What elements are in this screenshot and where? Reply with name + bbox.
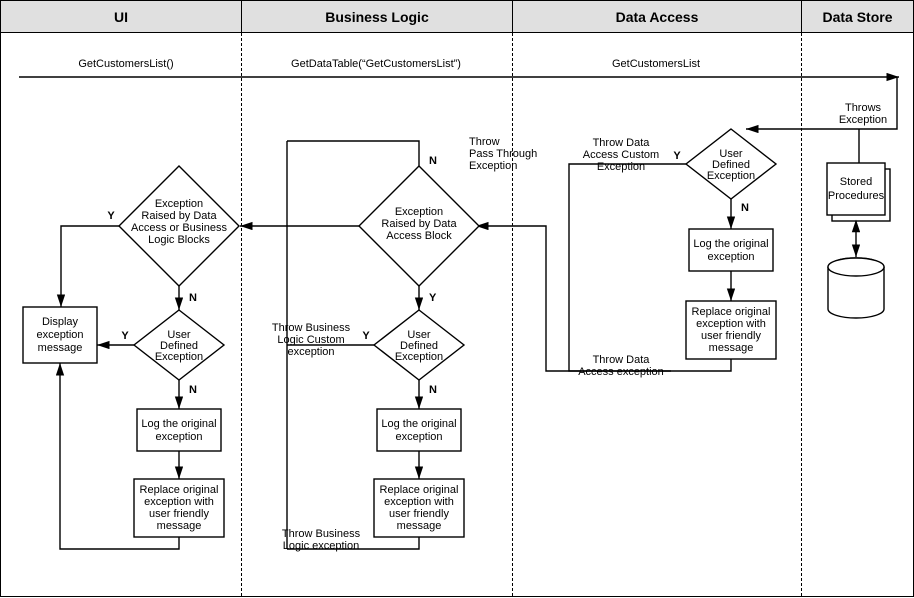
svg-text:Log the original: Log the original [381, 418, 456, 430]
svg-text:Log the original: Log the original [141, 418, 216, 430]
svg-text:Access or Business: Access or Business [131, 222, 227, 234]
svg-text:Stored: Stored [840, 176, 872, 188]
svg-text:message: message [38, 342, 83, 354]
svg-text:Throw Business: Throw Business [272, 322, 351, 334]
throws-label-2: Exception [839, 114, 887, 126]
throws-label-1: Throws [845, 102, 882, 114]
ui-raised-diamond: Exception Raised by Data Access or Busin… [119, 166, 239, 286]
da-replace-box [686, 301, 776, 359]
svg-text:User: User [167, 329, 191, 341]
svg-text:N: N [741, 202, 749, 214]
call-2: GetDataTable(“GetCustomersList”) [291, 58, 461, 70]
svg-text:message: message [397, 520, 442, 532]
svg-text:Throw Business: Throw Business [282, 528, 361, 540]
dash-3 [801, 33, 802, 596]
svg-text:Y: Y [107, 210, 115, 222]
svg-text:Raised by Data: Raised by Data [141, 210, 217, 222]
svg-text:exception: exception [36, 329, 83, 341]
ui-display-box [23, 307, 97, 363]
svg-text:message: message [709, 342, 754, 354]
svg-text:Exception: Exception [395, 206, 443, 218]
svg-text:message: message [157, 520, 202, 532]
svg-text:exception with: exception with [384, 496, 454, 508]
svg-text:Y: Y [121, 330, 129, 342]
svg-text:Raised by Data: Raised by Data [381, 218, 457, 230]
ui-replace-box [134, 479, 224, 537]
svg-text:exception: exception [707, 251, 754, 263]
svg-text:Access Block: Access Block [386, 230, 452, 242]
col-header-bl: Business Logic [242, 1, 512, 33]
svg-text:Exception: Exception [597, 161, 645, 173]
svg-text:Defined: Defined [400, 340, 438, 352]
svg-text:Y: Y [362, 330, 370, 342]
bl-ude-diamond: User Defined Exception [374, 310, 464, 380]
svg-text:Y: Y [429, 292, 437, 304]
svg-text:N: N [189, 384, 197, 396]
svg-text:Exception: Exception [707, 170, 755, 182]
diagram-container: UI Business Logic Data Access Data Store… [0, 0, 914, 597]
svg-text:Pass Through: Pass Through [469, 148, 537, 160]
svg-text:exception with: exception with [696, 318, 766, 330]
svg-text:exception with: exception with [144, 496, 214, 508]
svg-text:User: User [719, 148, 743, 160]
svg-text:Access Custom: Access Custom [583, 149, 659, 161]
svg-text:Throw: Throw [469, 136, 500, 148]
stored-procedures-shape: Stored Procedures [827, 163, 890, 221]
svg-text:N: N [189, 292, 197, 304]
bl-replace-box [374, 479, 464, 537]
svg-text:Log the original: Log the original [693, 238, 768, 250]
svg-text:Logic Blocks: Logic Blocks [148, 234, 210, 246]
col-header-ui: UI [1, 1, 241, 33]
svg-text:Throw Data: Throw Data [593, 354, 651, 366]
svg-text:Procedures: Procedures [828, 190, 885, 202]
call-1: GetCustomersList() [78, 58, 173, 70]
svg-text:user friendly: user friendly [389, 508, 449, 520]
svg-text:Y: Y [673, 150, 681, 162]
svg-text:Exception: Exception [155, 198, 203, 210]
svg-text:Exception: Exception [469, 160, 517, 172]
database-icon [828, 258, 884, 318]
bl-raised-diamond: Exception Raised by Data Access Block [359, 166, 479, 286]
svg-text:Display: Display [42, 316, 79, 328]
bl-log-box [377, 409, 461, 451]
svg-text:exception: exception [155, 431, 202, 443]
svg-text:N: N [429, 384, 437, 396]
svg-text:N: N [429, 155, 437, 167]
svg-text:Replace original: Replace original [692, 306, 771, 318]
svg-text:Defined: Defined [160, 340, 198, 352]
ui-log-box [137, 409, 221, 451]
ui-ude-diamond: User Defined Exception [134, 310, 224, 380]
col-header-ds: Data Store [802, 1, 913, 33]
svg-text:exception: exception [395, 431, 442, 443]
svg-text:Replace original: Replace original [140, 484, 219, 496]
svg-text:Replace original: Replace original [380, 484, 459, 496]
col-header-da: Data Access [513, 1, 801, 33]
svg-text:User: User [407, 329, 431, 341]
da-ude-diamond: User Defined Exception [686, 129, 776, 199]
svg-text:Defined: Defined [712, 159, 750, 171]
svg-text:user friendly: user friendly [149, 508, 209, 520]
svg-text:exception: exception [287, 346, 334, 358]
svg-text:Throw Data: Throw Data [593, 137, 651, 149]
dash-2 [512, 33, 513, 596]
svg-text:Exception: Exception [155, 351, 203, 363]
da-log-box [689, 229, 773, 271]
svg-text:Logic exception: Logic exception [283, 540, 359, 552]
svg-text:user friendly: user friendly [701, 330, 761, 342]
svg-text:Access exception: Access exception [578, 366, 664, 378]
call-3: GetCustomersList [612, 58, 700, 70]
svg-text:Logic Custom: Logic Custom [277, 334, 344, 346]
dash-1 [241, 33, 242, 596]
svg-text:Exception: Exception [395, 351, 443, 363]
